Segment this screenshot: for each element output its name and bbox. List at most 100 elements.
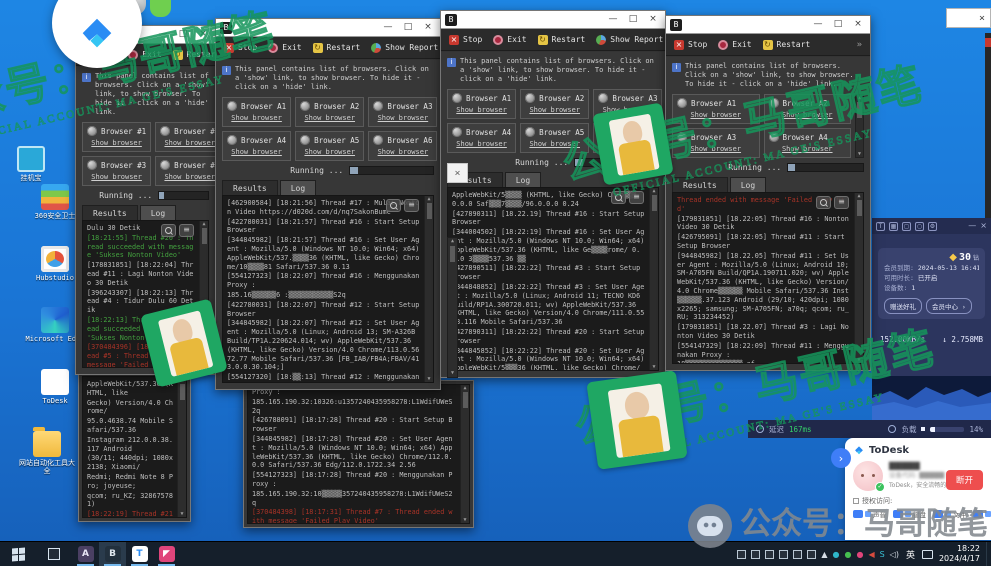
scroll-thumb[interactable]	[463, 392, 468, 408]
minimize-button[interactable]: —	[378, 19, 398, 36]
show-browser-link[interactable]: Show browser	[456, 106, 507, 114]
scroll-down-icon[interactable]: ▼	[652, 364, 655, 370]
tab-log[interactable]: Log	[280, 180, 316, 195]
tray-window-icon[interactable]	[765, 550, 774, 559]
settings-icon[interactable]: ⚙	[928, 222, 937, 231]
scroll-down-icon[interactable]: ▼	[427, 376, 430, 382]
member-center-button[interactable]: 会员中心 ›	[926, 298, 972, 314]
tray-wechat-icon[interactable]: ●	[844, 542, 851, 566]
start-button[interactable]	[0, 542, 36, 566]
scroll-up-icon[interactable]: ▲	[463, 385, 466, 391]
background-window-titlebar[interactable]: ×	[946, 8, 991, 28]
tab-results[interactable]: Results	[82, 205, 138, 220]
toolbar-button-stop[interactable]: ×Stop	[449, 35, 482, 45]
close-button[interactable]: ×	[193, 26, 213, 43]
search-icon[interactable]	[161, 224, 176, 237]
close-button[interactable]: ×	[643, 11, 663, 28]
taskbar-app-todesk[interactable]: T	[126, 542, 153, 566]
show-browser-link[interactable]: Show browser	[529, 106, 580, 114]
scroll-thumb[interactable]	[652, 195, 657, 211]
toolbar-button-restart[interactable]: ↻Restart	[538, 35, 586, 45]
tray-expand-icon[interactable]: ▲	[821, 542, 827, 566]
tray-window-icon[interactable]	[751, 550, 760, 559]
toast-close-button[interactable]: ×	[447, 163, 468, 183]
desktop-icon--[interactable]: 挂机宝	[0, 146, 62, 182]
show-browser-link[interactable]: Show browser	[690, 111, 741, 119]
show-browser-link[interactable]: Show browser	[456, 140, 507, 148]
scroll-up-icon[interactable]: ▲	[858, 95, 861, 101]
minimize-button[interactable]: —	[603, 11, 623, 28]
clock[interactable]: 18:22 2024/4/17	[933, 544, 986, 564]
toolbar-button-exit[interactable]: Exit	[128, 50, 161, 60]
show-browser-link[interactable]: Show browser	[782, 111, 833, 119]
taskbar-app-bas-pink[interactable]: ◤	[153, 542, 180, 566]
access-camera[interactable]: 摄像头	[973, 509, 991, 519]
close-icon[interactable]: ×	[980, 218, 987, 234]
scroll-down-icon[interactable]: ▼	[463, 517, 466, 523]
minimize-icon[interactable]: —	[968, 218, 976, 234]
show-browser-link[interactable]: Show browser	[304, 148, 355, 156]
tab-log[interactable]: Log	[505, 172, 541, 187]
refresh-icon[interactable]: ○	[915, 222, 924, 231]
access-keyboard[interactable]: 键盘	[893, 509, 926, 519]
scrollbar[interactable]: ▲▼	[177, 377, 186, 517]
close-icon[interactable]: ×	[979, 13, 985, 24]
scroll-up-icon[interactable]: ▲	[202, 221, 205, 227]
tray-volume-icon[interactable]: ◁)	[890, 542, 899, 566]
scroll-thumb[interactable]	[857, 102, 862, 118]
taskbar-app-a[interactable]: A	[72, 542, 99, 566]
show-browser-link[interactable]: Show browser	[304, 114, 355, 122]
checkbox-icon[interactable]	[853, 498, 859, 504]
image-tool-icon[interactable]: ▦	[889, 222, 898, 231]
android-icon[interactable]	[150, 0, 171, 17]
maximize-button[interactable]: □	[398, 19, 418, 36]
show-browser-link[interactable]: Show browser	[529, 140, 580, 148]
input-language-indicator[interactable]: 英	[904, 548, 917, 561]
scrollbar[interactable]: ▲▼	[424, 196, 433, 382]
scrollbar[interactable]: ▲▼	[649, 188, 658, 370]
scrollbar[interactable]: ▲▼	[460, 385, 469, 523]
show-browser-link[interactable]: Show browser	[91, 139, 142, 147]
show-browser-link[interactable]: Show browser	[378, 114, 429, 122]
tray-window-icon[interactable]	[737, 550, 746, 559]
scrollbar[interactable]: ▲▼	[855, 94, 864, 158]
toolbar-button-exit[interactable]: Exit	[718, 40, 751, 50]
scrollbar[interactable]: ▲▼	[447, 237, 458, 378]
menu-icon[interactable]: ≡	[404, 199, 419, 212]
show-browser-link[interactable]: Show browser	[231, 114, 282, 122]
scroll-up-icon[interactable]: ▲	[427, 196, 430, 202]
touch-keyboard-icon[interactable]	[922, 550, 933, 559]
log-output[interactable]: Thread ended with message 'Failed Play V…	[672, 192, 864, 364]
tray-s-icon[interactable]: S	[880, 542, 885, 566]
show-browser-link[interactable]: Show browser	[91, 173, 142, 181]
maximize-button[interactable]: □	[623, 11, 643, 28]
scroll-thumb[interactable]	[427, 203, 432, 219]
log-output[interactable]: AppleWebKit/5▒▒▒▒ (KHTML, like Gecko) Ch…	[447, 187, 659, 371]
log-output[interactable]: [462900584] [18:21:56] Thread #17 : Mula…	[222, 195, 434, 383]
text-tool-icon[interactable]: T	[876, 222, 885, 231]
search-icon[interactable]	[611, 191, 626, 204]
scroll-up-icon[interactable]: ▲	[652, 188, 655, 194]
tray-window-icon[interactable]	[793, 550, 802, 559]
overflow-chevron-icon[interactable]: »	[857, 40, 862, 50]
tray-window-icon[interactable]	[807, 550, 816, 559]
toolbar-button-restart[interactable]: ↻Restart	[313, 43, 361, 53]
minimize-button[interactable]: —	[808, 16, 828, 33]
tab-log[interactable]: Log	[730, 177, 766, 192]
scroll-thumb[interactable]	[180, 384, 185, 400]
toolbar-button-stop[interactable]: ×Stop	[224, 43, 257, 53]
show-browser-link[interactable]: Show browser	[378, 148, 429, 156]
screenshot-icon[interactable]: ◻	[902, 222, 911, 231]
close-button[interactable]: ×	[848, 16, 868, 33]
disconnect-button[interactable]: 断开	[946, 470, 983, 490]
search-icon[interactable]	[386, 199, 401, 212]
scroll-up-icon[interactable]: ▲	[857, 193, 860, 199]
toolbar-button-stop[interactable]: ×Stop	[674, 40, 707, 50]
access-audio[interactable]: 声音	[853, 509, 886, 519]
maximize-button[interactable]: □	[828, 16, 848, 33]
window-titlebar[interactable]: B—□×	[441, 11, 665, 29]
maximize-button[interactable]: □	[173, 26, 193, 43]
menu-icon[interactable]: ≡	[629, 191, 644, 204]
toolbar-button-show-report[interactable]: Show Report	[596, 35, 663, 45]
gift-button[interactable]: 赠送好礼	[884, 298, 922, 314]
